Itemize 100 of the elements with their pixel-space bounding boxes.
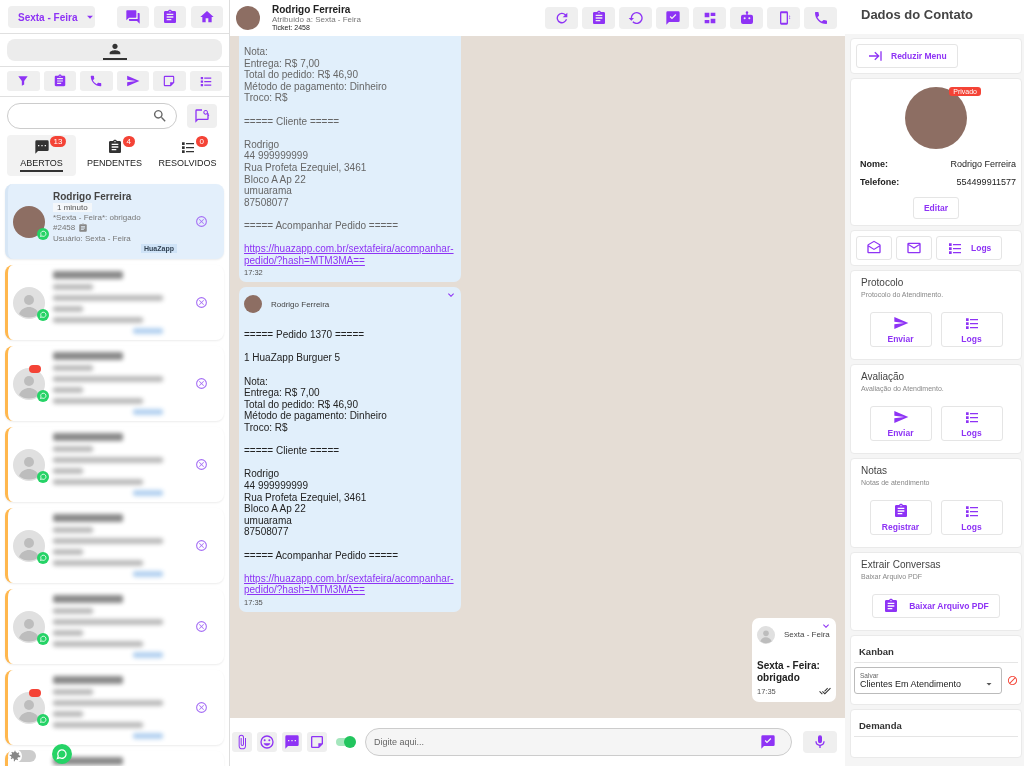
- send-button[interactable]: Enviar: [869, 312, 932, 347]
- message-input[interactable]: Digite aqui...: [365, 728, 792, 756]
- signature-switch[interactable]: [336, 738, 354, 746]
- message-text: Sexta - Feira: obrigado: [757, 659, 821, 684]
- avatar-photo-placeholder: [244, 295, 262, 314]
- panel-title: Dados do Contato: [845, 0, 1024, 34]
- filter-icon: [16, 74, 31, 88]
- toolbar-button[interactable]: [117, 6, 149, 28]
- smiley-icon: [259, 734, 275, 750]
- register-button[interactable]: Registrar: [869, 500, 932, 535]
- clipboard-icon: [892, 503, 909, 519]
- attach-button[interactable]: [232, 732, 252, 752]
- field-label: Telefone:: [860, 177, 900, 187]
- logs-button[interactable]: Logs: [940, 500, 1003, 535]
- whatsapp-status-icon: [37, 470, 49, 483]
- user-tab-bar[interactable]: [7, 39, 222, 61]
- message-text: ===== Pedido 1370 ===== 1 HuaZapp Burguer 5 Nota: Entrega: R$ 7,00 Total do pedido: R$ 46,90 Método de pagamento: Dinheiro Troco: R$ ===== Cliente ===== Rodrigo 44 999999999 Rua Profeta Ezequiel, 3461 Bloco A Ap 22 umuarama 87508077 ===== Acompanhar Pedido =====: [244, 329, 400, 562]
- contact-name: Rodrigo Ferreira: [53, 190, 132, 202]
- status-tab[interactable]: 4 PENDENTES: [80, 135, 149, 176]
- logs-button[interactable]: Logs: [940, 406, 1003, 441]
- list-icon: [947, 240, 963, 256]
- robot-icon: [738, 10, 755, 26]
- note-button[interactable]: [307, 732, 327, 752]
- undo-icon: [627, 10, 644, 26]
- field-value: Rodrigo Ferreira: [950, 159, 1016, 169]
- message-text: Nota: Entrega: R$ 7,00 Total do pedido: R$ 46,90 Método de pagamento: Dinheiro Troco: R$ ===== Cliente ===== Rodrigo 44 999999999 Rua Profeta Ezequiel, 3461 Bloco A Ap 22 umuarama 87508077 ===== Acompanhar Pedido =====: [244, 46, 400, 232]
- mail-button[interactable]: [896, 236, 932, 260]
- close-ticket-icon[interactable]: [195, 215, 208, 228]
- toolbar-button[interactable]: [43, 71, 76, 91]
- mail-icon: [906, 240, 922, 256]
- action-button[interactable]: [693, 7, 726, 29]
- microphone-icon: [812, 734, 828, 750]
- clipboard-icon: [883, 598, 900, 614]
- status-tab[interactable]: 13 ABERTOS: [7, 135, 76, 176]
- block-icon[interactable]: [1007, 675, 1018, 686]
- section-title: Demanda: [854, 720, 1018, 737]
- order-link[interactable]: https://huazapp.com.br/sextafeira/acompanhar-pedido/?hash=MTM3MA==: [244, 243, 456, 267]
- edit-button[interactable]: Editar: [912, 197, 960, 219]
- message-search-button[interactable]: [187, 104, 217, 128]
- theme-toggle[interactable]: [8, 750, 36, 762]
- toolbar-button[interactable]: [7, 71, 40, 91]
- toolbar-button[interactable]: [80, 71, 113, 91]
- sticky-note-icon: [309, 734, 325, 750]
- logs-button[interactable]: Logs: [936, 236, 1003, 260]
- action-button[interactable]: [619, 7, 652, 29]
- home-icon: [199, 9, 215, 25]
- section-title: Notas: [861, 465, 889, 476]
- message-check-icon: [664, 10, 681, 26]
- action-button[interactable]: [582, 7, 615, 29]
- action-button[interactable]: [656, 7, 689, 29]
- toolbar-button[interactable]: [191, 6, 223, 28]
- quick-reply-icon[interactable]: [760, 734, 776, 750]
- avatar-icon: [13, 286, 45, 319]
- toolbar-button[interactable]: [154, 6, 186, 28]
- status-tab[interactable]: 0 RESOLVIDOS: [153, 135, 222, 176]
- whatsapp-button-icon[interactable]: [52, 744, 72, 764]
- count-badge: 0: [195, 136, 208, 147]
- quick-message-button[interactable]: [282, 732, 302, 752]
- ticket-card[interactable]: [5, 670, 224, 745]
- microphone-button[interactable]: [803, 731, 837, 753]
- note-add-icon: [162, 74, 177, 88]
- close-ticket-icon[interactable]: [195, 377, 208, 390]
- collapse-menu-button[interactable]: Reduzir Menu: [856, 44, 958, 68]
- close-ticket-icon[interactable]: [195, 701, 208, 714]
- checklist-icon: [198, 74, 213, 88]
- section-title: Avaliação: [861, 371, 906, 382]
- arrow-to-bar-icon: [867, 48, 883, 64]
- search-icon: [152, 108, 168, 124]
- send-button[interactable]: Enviar: [869, 406, 932, 441]
- section-title: Kanban: [854, 646, 1018, 663]
- whatsapp-status-icon: [37, 308, 49, 321]
- close-ticket-icon[interactable]: [195, 458, 208, 471]
- emoji-button[interactable]: [257, 732, 277, 752]
- send-icon: [892, 409, 909, 425]
- action-button[interactable]: [767, 7, 800, 29]
- avatar-icon: [13, 610, 45, 643]
- field-value: 554499911577: [956, 177, 1016, 187]
- close-ticket-icon[interactable]: [195, 620, 208, 633]
- logs-button[interactable]: Logs: [940, 312, 1003, 347]
- phone-icon: [89, 74, 104, 88]
- action-button[interactable]: [804, 7, 837, 29]
- action-button[interactable]: [545, 7, 578, 29]
- sender-name: Sexta - Feira: [784, 630, 830, 640]
- avatar-icon: [13, 448, 45, 481]
- mark-read-button[interactable]: [856, 236, 892, 260]
- action-button[interactable]: [730, 7, 763, 29]
- field-label: Nome:: [860, 159, 888, 169]
- close-ticket-icon[interactable]: [195, 296, 208, 309]
- mail-open-icon: [866, 240, 882, 256]
- chat-bubbles-icon: [125, 9, 141, 25]
- toolbar-button[interactable]: [153, 71, 186, 91]
- download-pdf-button[interactable]: Baixar Arquivo PDF: [872, 594, 1000, 618]
- section-title: Protocolo: [861, 277, 905, 288]
- close-ticket-icon[interactable]: [195, 539, 208, 552]
- order-link[interactable]: https://huazapp.com.br/sextafeira/acompanhar-pedido/?hash=MTM3MA==: [244, 572, 456, 596]
- toolbar-button[interactable]: [189, 71, 222, 91]
- ticket-card[interactable]: [5, 346, 224, 421]
- toolbar-button[interactable]: [116, 71, 149, 91]
- queue-selector[interactable]: Sexta - Feira: [8, 6, 95, 28]
- list-icon: [179, 139, 196, 155]
